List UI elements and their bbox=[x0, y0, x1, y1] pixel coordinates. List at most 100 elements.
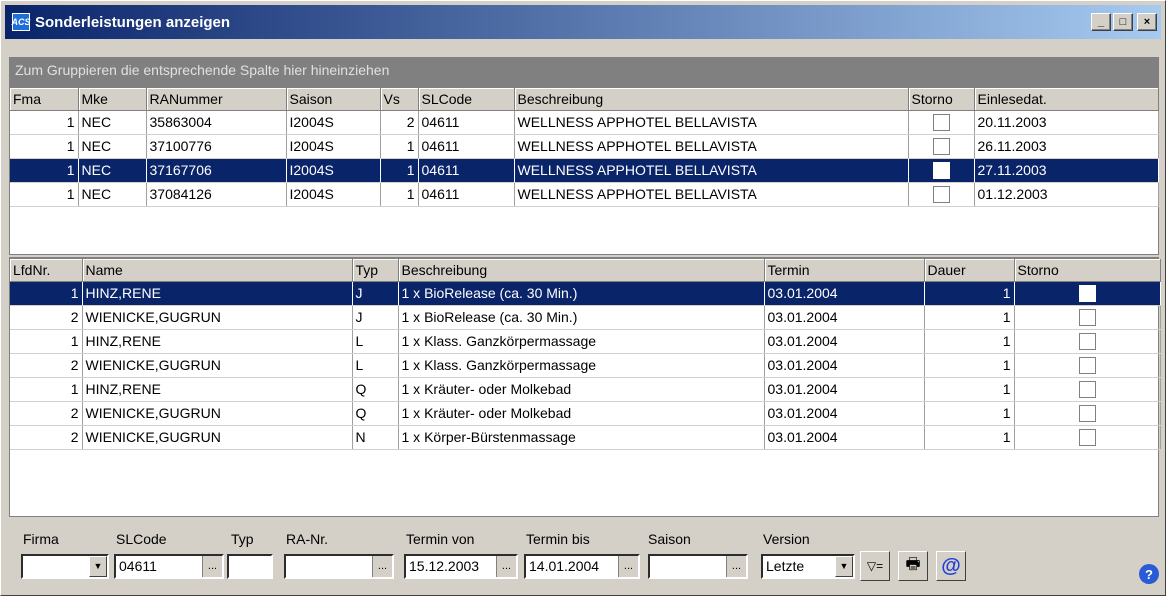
termin-von-field[interactable]: 15.12.2003 ... bbox=[404, 554, 518, 579]
minimize-button[interactable]: _ bbox=[1091, 13, 1111, 31]
close-button[interactable]: × bbox=[1137, 13, 1157, 31]
col-header-dauer[interactable]: Dauer bbox=[924, 259, 1015, 282]
services-grid[interactable]: LfdNr. Name Typ Beschreibung Termin Daue… bbox=[9, 257, 1161, 517]
maximize-button[interactable]: □ bbox=[1113, 13, 1133, 31]
table-row[interactable]: 1 HINZ,RENE L 1 x Klass. Ganzkörpermassa… bbox=[10, 329, 1161, 354]
col-header-mke[interactable]: Mke bbox=[78, 88, 147, 111]
filter-button[interactable]: ▽= bbox=[860, 551, 890, 581]
table-row[interactable]: 1 NEC 37100776 I2004S 1 04611 WELLNESS A… bbox=[10, 134, 1159, 159]
termin-bis-field[interactable]: 14.01.2004 ... bbox=[524, 554, 640, 579]
print-button[interactable]: 🖶 bbox=[898, 551, 928, 581]
cell-name: WIENICKE,GUGRUN bbox=[82, 305, 353, 330]
table-row[interactable]: 2 WIENICKE,GUGRUN J 1 x BioRelease (ca. … bbox=[10, 305, 1161, 330]
slcode-field[interactable]: 04611 ... bbox=[114, 554, 224, 579]
firma-select[interactable]: ▼ bbox=[21, 554, 109, 579]
storno-checkbox[interactable] bbox=[932, 137, 950, 155]
printer-icon: 🖶 bbox=[905, 555, 921, 573]
typ-field[interactable] bbox=[227, 554, 273, 579]
cell-beschreibung: WELLNESS APPHOTEL BELLAVISTA bbox=[514, 158, 909, 183]
table-row[interactable]: 2 WIENICKE,GUGRUN L 1 x Klass. Ganzkörpe… bbox=[10, 353, 1161, 378]
chevron-down-icon[interactable]: ▼ bbox=[835, 556, 853, 577]
cell-name: WIENICKE,GUGRUN bbox=[82, 425, 353, 450]
cell-ranummer: 35863004 bbox=[146, 110, 287, 135]
col-header-name[interactable]: Name bbox=[82, 259, 353, 282]
col-header-slcode[interactable]: SLCode bbox=[418, 88, 515, 111]
filter-icon: ▽= bbox=[866, 559, 884, 573]
table-row[interactable]: 2 WIENICKE,GUGRUN N 1 x Körper-Bürstenma… bbox=[10, 425, 1161, 450]
col-header-vs[interactable]: Vs bbox=[380, 88, 419, 111]
termin-bis-picker-button[interactable]: ... bbox=[618, 556, 638, 577]
cell-einlesedat: 26.11.2003 bbox=[974, 134, 1159, 159]
cell-storno bbox=[908, 158, 975, 183]
typ-label: Typ bbox=[231, 531, 254, 547]
cell-mke: NEC bbox=[78, 182, 147, 207]
storno-checkbox[interactable] bbox=[932, 161, 950, 179]
col-header-storno[interactable]: Storno bbox=[1014, 259, 1161, 282]
col-header-typ[interactable]: Typ bbox=[352, 259, 399, 282]
cell-lfdnr: 1 bbox=[10, 377, 83, 402]
storno-checkbox[interactable] bbox=[1078, 428, 1096, 446]
saison-field[interactable]: ... bbox=[648, 554, 748, 579]
slcode-lookup-button[interactable]: ... bbox=[202, 556, 222, 577]
cell-dauer: 1 bbox=[924, 329, 1015, 354]
cell-saison: I2004S bbox=[286, 134, 381, 159]
bookings-grid[interactable]: Fma Mke RANummer Saison Vs SLCode Beschr… bbox=[9, 87, 1159, 255]
storno-checkbox[interactable] bbox=[1078, 404, 1096, 422]
group-by-panel[interactable]: Zum Gruppieren die entsprechende Spalte … bbox=[9, 57, 1159, 87]
col-header-storno[interactable]: Storno bbox=[908, 88, 975, 111]
cell-typ: Q bbox=[352, 401, 399, 426]
version-label: Version bbox=[763, 531, 810, 547]
storno-checkbox[interactable] bbox=[1078, 284, 1096, 302]
cell-name: WIENICKE,GUGRUN bbox=[82, 353, 353, 378]
col-header-fma[interactable]: Fma bbox=[10, 88, 79, 111]
cell-beschreibung: 1 x BioRelease (ca. 30 Min.) bbox=[398, 281, 765, 306]
cell-lfdnr: 1 bbox=[10, 329, 83, 354]
table-row[interactable]: 1 NEC 37084126 I2004S 1 04611 WELLNESS A… bbox=[10, 182, 1159, 207]
table-row[interactable]: 1 NEC 35863004 I2004S 2 04611 WELLNESS A… bbox=[10, 110, 1159, 135]
cell-ranummer: 37167706 bbox=[146, 158, 287, 183]
cell-ranummer: 37100776 bbox=[146, 134, 287, 159]
termin-bis-value: 14.01.2004 bbox=[529, 558, 600, 574]
col-header-beschreibung[interactable]: Beschreibung bbox=[398, 259, 765, 282]
table-row-selected[interactable]: 1 HINZ,RENE J 1 x BioRelease (ca. 30 Min… bbox=[10, 281, 1161, 306]
email-button[interactable]: @ bbox=[936, 551, 966, 581]
storno-checkbox[interactable] bbox=[932, 113, 950, 131]
col-header-beschreibung[interactable]: Beschreibung bbox=[514, 88, 909, 111]
title-bar[interactable]: ACS Sonderleistungen anzeigen _ □ × bbox=[5, 5, 1161, 39]
storno-checkbox[interactable] bbox=[1078, 356, 1096, 374]
cell-storno bbox=[1014, 401, 1161, 426]
table-row-selected[interactable]: 1 NEC 37167706 I2004S 1 04611 WELLNESS A… bbox=[10, 158, 1159, 183]
cell-dauer: 1 bbox=[924, 425, 1015, 450]
window-title: Sonderleistungen anzeigen bbox=[35, 13, 231, 31]
help-icon[interactable]: ? bbox=[1139, 564, 1159, 584]
saison-lookup-button[interactable]: ... bbox=[726, 556, 746, 577]
col-header-einlesedat[interactable]: Einlesedat. bbox=[974, 88, 1159, 111]
col-header-termin[interactable]: Termin bbox=[764, 259, 925, 282]
cell-storno bbox=[1014, 281, 1161, 306]
storno-checkbox[interactable] bbox=[1078, 308, 1096, 326]
cell-termin: 03.01.2004 bbox=[764, 281, 925, 306]
cell-lfdnr: 1 bbox=[10, 281, 83, 306]
termin-von-picker-button[interactable]: ... bbox=[496, 556, 516, 577]
version-select[interactable]: Letzte ▼ bbox=[761, 554, 855, 579]
ranr-field[interactable]: ... bbox=[284, 554, 394, 579]
col-header-saison[interactable]: Saison bbox=[286, 88, 381, 111]
table-row[interactable]: 1 HINZ,RENE Q 1 x Kräuter- oder Molkebad… bbox=[10, 377, 1161, 402]
cell-dauer: 1 bbox=[924, 401, 1015, 426]
cell-name: HINZ,RENE bbox=[82, 377, 353, 402]
cell-dauer: 1 bbox=[924, 281, 1015, 306]
table-row[interactable]: 2 WIENICKE,GUGRUN Q 1 x Kräuter- oder Mo… bbox=[10, 401, 1161, 426]
cell-fma: 1 bbox=[10, 158, 79, 183]
cell-termin: 03.01.2004 bbox=[764, 329, 925, 354]
col-header-ranummer[interactable]: RANummer bbox=[146, 88, 287, 111]
cell-beschreibung: 1 x Klass. Ganzkörpermassage bbox=[398, 329, 765, 354]
storno-checkbox[interactable] bbox=[932, 185, 950, 203]
chevron-down-icon[interactable]: ▼ bbox=[89, 556, 107, 577]
storno-checkbox[interactable] bbox=[1078, 332, 1096, 350]
ranr-lookup-button[interactable]: ... bbox=[372, 556, 392, 577]
storno-checkbox[interactable] bbox=[1078, 380, 1096, 398]
col-header-lfdnr[interactable]: LfdNr. bbox=[10, 259, 83, 282]
cell-slcode: 04611 bbox=[418, 158, 515, 183]
termin-bis-label: Termin bis bbox=[526, 531, 590, 547]
cell-fma: 1 bbox=[10, 182, 79, 207]
